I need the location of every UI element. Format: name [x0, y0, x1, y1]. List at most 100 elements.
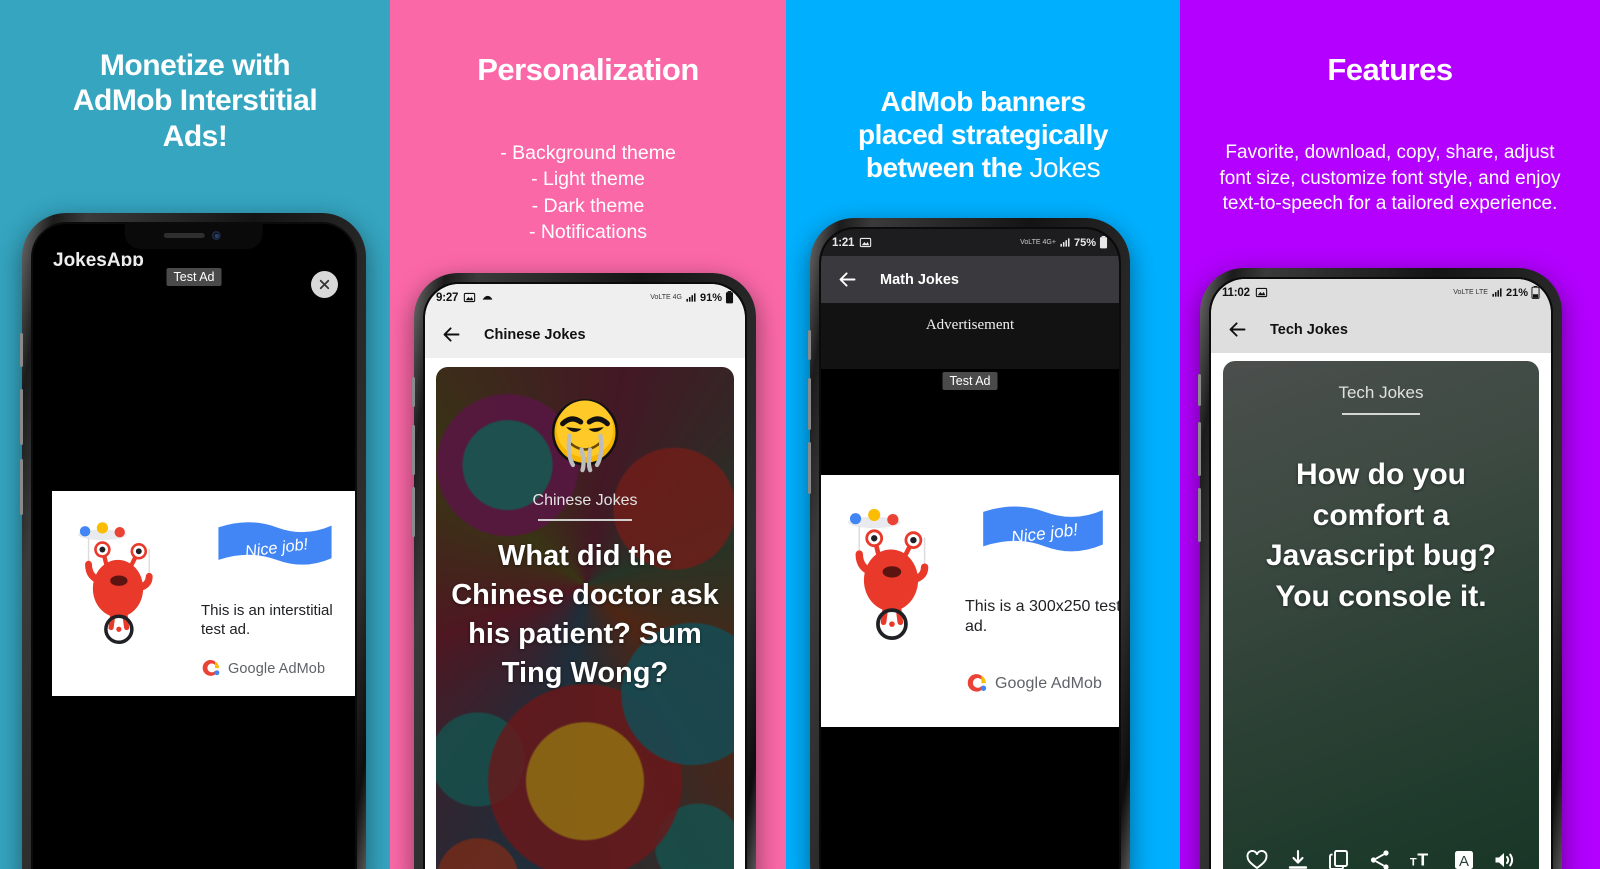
- signal-icon: [686, 293, 696, 302]
- status-time: 11:02: [1222, 286, 1250, 299]
- phone-side-button: [412, 425, 415, 475]
- admob-mascot-illustration: [78, 522, 153, 644]
- status-bar: 11:02 VoLTE LTE 21%: [1211, 279, 1551, 306]
- battery-icon: [725, 291, 734, 304]
- phone-side-button: [808, 442, 811, 494]
- advertisement-label: Advertisement: [925, 317, 1015, 333]
- close-icon: [319, 279, 330, 290]
- admob-interstitial-creative[interactable]: Nice job! This is an interstitial test a…: [52, 491, 355, 696]
- admob-logo-icon: [967, 674, 987, 692]
- status-network: VoLTE LTE: [1453, 289, 1488, 296]
- panel-monetize-title: Monetize with AdMob Interstitial Ads!: [72, 49, 318, 153]
- joke-category-label: Tech Jokes: [1338, 383, 1424, 402]
- status-bar: 1:21 VoLTE 4G+ 75%: [821, 229, 1119, 256]
- share-icon[interactable]: [1368, 848, 1392, 869]
- phone-side-button: [412, 377, 415, 407]
- photo-icon: [860, 237, 872, 248]
- app-bar-title: Math Jokes: [880, 271, 959, 288]
- phone-side-button: [808, 378, 811, 430]
- status-network: VoLTE 4G+: [1020, 239, 1056, 246]
- nice-job-flag-icon: Nice job!: [218, 522, 332, 565]
- phone-mockup-4: 11:02 VoLTE LTE 21% Tech Jokes Tech Joke…: [1198, 268, 1562, 869]
- status-time: 9:27: [436, 291, 459, 304]
- ad-copy-text: This is an interstitial test ad.: [201, 602, 333, 639]
- phone-mockup-2: 9:27 VoLTE 4G 91% Chinese Jokes Chinese …: [412, 273, 756, 869]
- status-network: VoLTE 4G: [650, 294, 682, 301]
- app-bar-title: Tech Jokes: [1270, 321, 1348, 338]
- close-ad-button[interactable]: [311, 271, 338, 298]
- status-battery-percent: 75%: [1073, 236, 1096, 249]
- status-bar: 9:27 VoLTE 4G 91%: [425, 284, 745, 311]
- joke-card[interactable]: Chinese Jokes What did the Chinese docto…: [436, 367, 734, 869]
- photo-icon: [464, 292, 476, 303]
- phone-side-button: [20, 333, 23, 367]
- test-ad-badge: Test Ad: [942, 372, 998, 390]
- category-emoji-icon: [551, 399, 619, 473]
- panel-personalization-subtitle: - Background theme - Light theme - Dark …: [500, 142, 676, 243]
- app-bar: Tech Jokes: [1211, 306, 1551, 353]
- app-bar: Math Jokes: [821, 256, 1119, 303]
- copy-icon[interactable]: [1327, 848, 1351, 869]
- joke-divider: [538, 519, 632, 521]
- panel-features-subtitle: Favorite, download, copy, share, adjust …: [1219, 142, 1561, 215]
- phone-notch: [124, 224, 264, 249]
- panel-monetize: Monetize with AdMob Interstitial Ads! Jo…: [0, 0, 390, 869]
- admob-brand: Google AdMob: [202, 659, 325, 678]
- svg-text:T: T: [1417, 850, 1428, 869]
- back-arrow-icon[interactable]: [441, 324, 462, 345]
- store-screenshot-set: Monetize with AdMob Interstitial Ads! Jo…: [0, 0, 1600, 869]
- earpiece-speaker: [163, 233, 206, 238]
- joke-divider: [1342, 413, 1420, 415]
- joke-category-label: Chinese Jokes: [532, 492, 638, 509]
- joke-action-toolbar: T T A: [1223, 848, 1539, 869]
- phone-side-button: [1198, 422, 1201, 476]
- status-time: 1:21: [832, 236, 855, 249]
- admob-brand: Google AdMob: [967, 673, 1102, 694]
- battery-icon: [1531, 286, 1540, 299]
- phone-side-button: [1198, 488, 1201, 542]
- download-icon[interactable]: [1286, 848, 1310, 869]
- panel-features-title: Features: [1327, 52, 1453, 87]
- joke-card[interactable]: Tech Jokes How do you comfort a Javascri…: [1223, 361, 1539, 869]
- panel-personalization: Personalization - Background theme - Lig…: [390, 0, 786, 869]
- panel-personalization-title: Personalization: [477, 52, 699, 87]
- signal-icon: [1492, 288, 1502, 297]
- favorite-icon[interactable]: [1245, 848, 1269, 869]
- admob-mascot-illustration: [848, 508, 929, 640]
- text-to-speech-icon[interactable]: [1492, 848, 1516, 869]
- admob-brand-label: Google AdMob: [228, 660, 326, 677]
- admob-banner-creative[interactable]: Nice job! This is a 300x250 test ad. Goo…: [821, 475, 1119, 727]
- svg-text:T: T: [1410, 857, 1417, 869]
- admob-logo-icon: [202, 659, 220, 676]
- back-arrow-icon[interactable]: [837, 269, 858, 290]
- phone-side-button: [1198, 374, 1201, 406]
- status-battery-percent: 21%: [1505, 286, 1528, 299]
- phone-side-button: [412, 487, 415, 537]
- signal-icon: [1060, 238, 1070, 247]
- phone-side-button: [808, 330, 811, 360]
- photo-icon: [1255, 287, 1267, 298]
- back-arrow-icon[interactable]: [1227, 319, 1248, 340]
- admob-brand-label: Google AdMob: [995, 674, 1103, 692]
- nice-job-flag-icon: Nice job!: [983, 506, 1103, 552]
- phone-side-button: [20, 389, 23, 445]
- app-bar: Chinese Jokes: [425, 311, 745, 358]
- phone-side-button: [20, 459, 23, 515]
- test-ad-badge: Test Ad: [166, 268, 222, 286]
- app-bar-title: Chinese Jokes: [484, 326, 586, 343]
- joke-text: What did the Chinese doctor ask his pati…: [451, 540, 719, 690]
- panel-banners: AdMob banners placed strategically betwe…: [786, 0, 1180, 869]
- phone-mockup-3: 1:21 VoLTE 4G+ 75% Math Jokes Advertisem…: [808, 218, 1130, 869]
- battery-icon: [1099, 236, 1108, 249]
- font-style-icon[interactable]: A: [1452, 848, 1476, 869]
- panel-banners-title: AdMob banners placed strategically betwe…: [786, 52, 1180, 184]
- status-battery-percent: 91%: [699, 291, 722, 304]
- ad-copy-text: This is a 300x250 test ad.: [965, 598, 1119, 636]
- phone-mockup-1: JokesApp Test Ad Nice job! This is an in…: [20, 213, 366, 869]
- svg-text:A: A: [1459, 853, 1469, 869]
- font-size-icon[interactable]: T T: [1409, 848, 1435, 869]
- joke-text: How do you comfort a Javascript bug? You…: [1265, 458, 1497, 613]
- front-camera: [211, 231, 221, 240]
- app-notification-icon: [482, 295, 493, 300]
- panel-banners-title-tail: Jokes: [1029, 152, 1101, 184]
